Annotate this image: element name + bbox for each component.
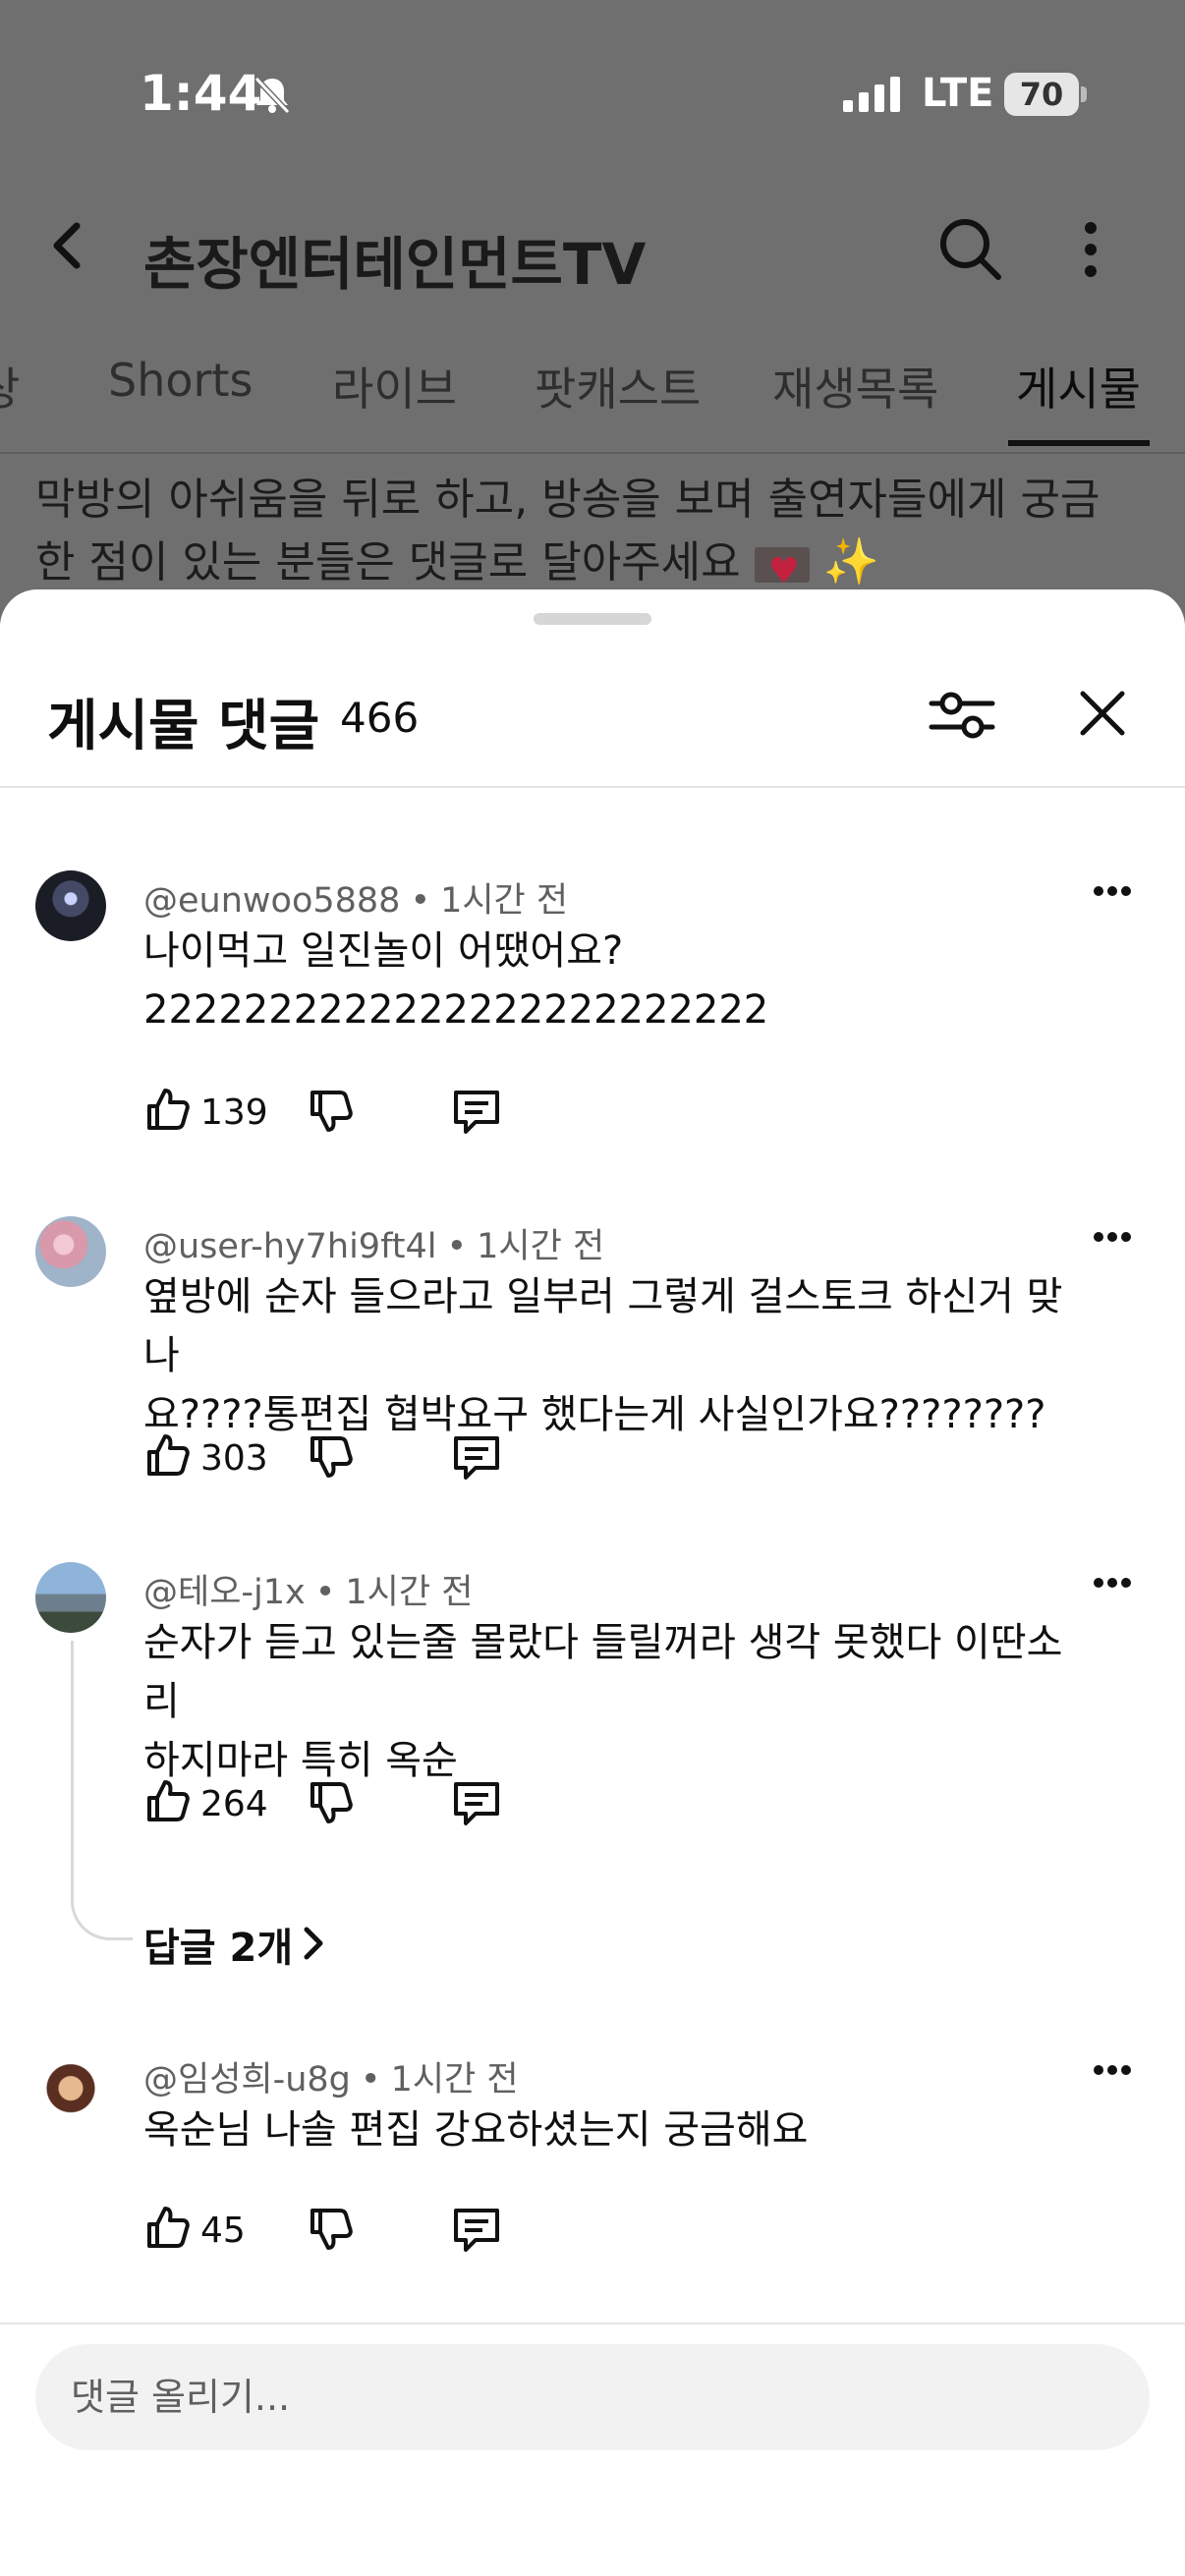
- reply-icon[interactable]: [450, 1432, 503, 1485]
- comment-count: 466: [340, 694, 420, 742]
- network-label: LTE: [922, 71, 994, 116]
- signal-icon: [843, 77, 902, 116]
- comment-text-line1: 옥순님 나솔 편집 강요하셨는지 궁금해요: [143, 2107, 809, 2153]
- battery-indicator: 70: [1004, 73, 1079, 116]
- avatar[interactable]: [35, 1216, 106, 1287]
- comment-text: 옥순님 나솔 편집 강요하셨는지 궁금해요: [143, 2100, 1097, 2159]
- chevron-right-icon[interactable]: [299, 1924, 326, 1967]
- channel-tabs: 상 Shorts 라이브 팟캐스트 재생목록 게시물: [0, 334, 1185, 454]
- avatar[interactable]: [35, 870, 106, 941]
- thumbs-up-icon[interactable]: [143, 1776, 193, 1829]
- sheet-title: 게시물 댓글: [47, 695, 320, 758]
- sparkles-emoji-icon: ✨: [822, 534, 879, 588]
- channel-title: 촌장엔터테인먼트TV: [143, 231, 647, 298]
- comment-meta: @테오-j1x • 1시간 전: [143, 1573, 474, 1612]
- more-horizontal-icon[interactable]: [1093, 2061, 1132, 2080]
- comment-author[interactable]: @테오-j1x: [143, 1573, 306, 1612]
- app-header: 촌장엔터테인먼트TV: [0, 187, 1185, 314]
- comment-actions: 45: [143, 2203, 733, 2262]
- close-icon[interactable]: [1077, 688, 1128, 743]
- comment-text-line2: 2222222222222222222222222: [143, 987, 769, 1033]
- like-count: 139: [200, 1092, 268, 1133]
- thumbs-down-icon[interactable]: [307, 1087, 356, 1140]
- comment-text: 순자가 듣고 있는줄 몰랐다 들릴꺼라 생각 못했다 이딴소리 하지마라 특히 …: [143, 1613, 1097, 1790]
- more-horizontal-icon[interactable]: [1093, 882, 1132, 901]
- comment-input[interactable]: [35, 2344, 1150, 2450]
- back-arrow-icon[interactable]: [39, 216, 98, 279]
- tab-playlists[interactable]: 재생목록: [772, 354, 938, 419]
- status-bar: 1:44 LTE 70: [0, 0, 1185, 187]
- more-horizontal-icon[interactable]: [1093, 1228, 1132, 1247]
- background-page: 1:44 LTE 70 촌장엔터테인먼트TV 상 Shorts 라이브 팟캐스트…: [0, 0, 1185, 609]
- more-horizontal-icon[interactable]: [1093, 1574, 1132, 1593]
- input-divider: [0, 2323, 1185, 2324]
- tab-live[interactable]: 라이브: [332, 354, 457, 419]
- comment-text-line1: 옆방에 순자 들으라고 일부러 그렇게 걸스토크 하신거 맞나: [143, 1274, 1063, 1378]
- search-icon[interactable]: [935, 214, 1006, 289]
- drag-handle[interactable]: [534, 613, 651, 625]
- comment-author[interactable]: @user-hy7hi9ft4l: [143, 1227, 437, 1266]
- thumbs-up-icon[interactable]: [143, 1085, 193, 1138]
- comment-time: 1시간 전: [440, 881, 569, 921]
- tab-video[interactable]: 상: [0, 354, 20, 419]
- view-replies-link[interactable]: 답글 2개: [143, 1916, 293, 1973]
- reply-icon[interactable]: [450, 1778, 503, 1831]
- avatar[interactable]: [35, 1562, 106, 1633]
- comment-actions: 264: [143, 1776, 733, 1835]
- comment-author[interactable]: @eunwoo5888: [143, 881, 400, 921]
- thumbs-up-icon[interactable]: [143, 1430, 193, 1484]
- like-count: 264: [200, 1784, 268, 1824]
- comment-text-line1: 순자가 듣고 있는줄 몰랐다 들릴꺼라 생각 못했다 이딴소리: [143, 1620, 1063, 1724]
- reply-thread-line: [71, 1641, 133, 1940]
- comment-text: 옆방에 순자 들으라고 일부러 그렇게 걸스토크 하신거 맞나 요????통편집…: [143, 1267, 1097, 1444]
- active-tab-indicator: [1008, 440, 1150, 446]
- comment-meta: @eunwoo5888 • 1시간 전: [143, 881, 569, 921]
- comment-time: 1시간 전: [390, 2060, 519, 2100]
- thumbs-up-icon[interactable]: [143, 2203, 193, 2256]
- tab-shorts[interactable]: Shorts: [108, 354, 253, 407]
- comment-time: 1시간 전: [477, 1227, 605, 1266]
- comment-meta: @user-hy7hi9ft4l • 1시간 전: [143, 1227, 605, 1266]
- post-preview-line1: 막방의 아쉬움을 뒤로 하고, 방송을 보며 출연자들에게 궁금: [35, 475, 1100, 525]
- bell-muted-icon: [251, 73, 294, 120]
- comment-author[interactable]: @임성희-u8g: [143, 2060, 351, 2100]
- love-letter-emoji-icon: [754, 541, 810, 602]
- comment-time: 1시간 전: [345, 1573, 474, 1612]
- filter-sliders-icon[interactable]: [928, 684, 996, 751]
- thumbs-down-icon[interactable]: [307, 1778, 356, 1831]
- comment-actions: 139: [143, 1085, 733, 1144]
- comment-text-line1: 나이먹고 일진놀이 어땠어요?: [143, 928, 624, 974]
- comment-meta: @임성희-u8g • 1시간 전: [143, 2060, 519, 2100]
- tab-posts[interactable]: 게시물: [1016, 354, 1141, 419]
- thumbs-down-icon[interactable]: [307, 1432, 356, 1485]
- status-time: 1:44: [140, 65, 262, 122]
- post-preview-line2: 한 점이 있는 분들은 댓글로 달아주세요: [35, 537, 741, 588]
- like-count: 303: [200, 1438, 268, 1479]
- more-vertical-icon[interactable]: [1079, 220, 1102, 283]
- comment-actions: 303: [143, 1430, 733, 1489]
- thumbs-down-icon[interactable]: [307, 2205, 356, 2258]
- reply-icon[interactable]: [450, 1087, 503, 1140]
- avatar[interactable]: [35, 2049, 106, 2120]
- battery-tip: [1081, 86, 1087, 102]
- tab-podcast[interactable]: 팟캐스트: [535, 354, 701, 419]
- comment-text: 나이먹고 일진놀이 어땠어요? 222222222222222222222222…: [143, 922, 1097, 1039]
- sheet-header: 게시물 댓글 466: [0, 648, 1185, 788]
- post-preview: 막방의 아쉬움을 뒤로 하고, 방송을 보며 출연자들에게 궁금 한 점이 있는…: [35, 470, 1156, 602]
- post-preview-line2-wrap: 한 점이 있는 분들은 댓글로 달아주세요 ✨: [35, 531, 1156, 602]
- reply-icon[interactable]: [450, 2205, 503, 2258]
- like-count: 45: [200, 2211, 246, 2251]
